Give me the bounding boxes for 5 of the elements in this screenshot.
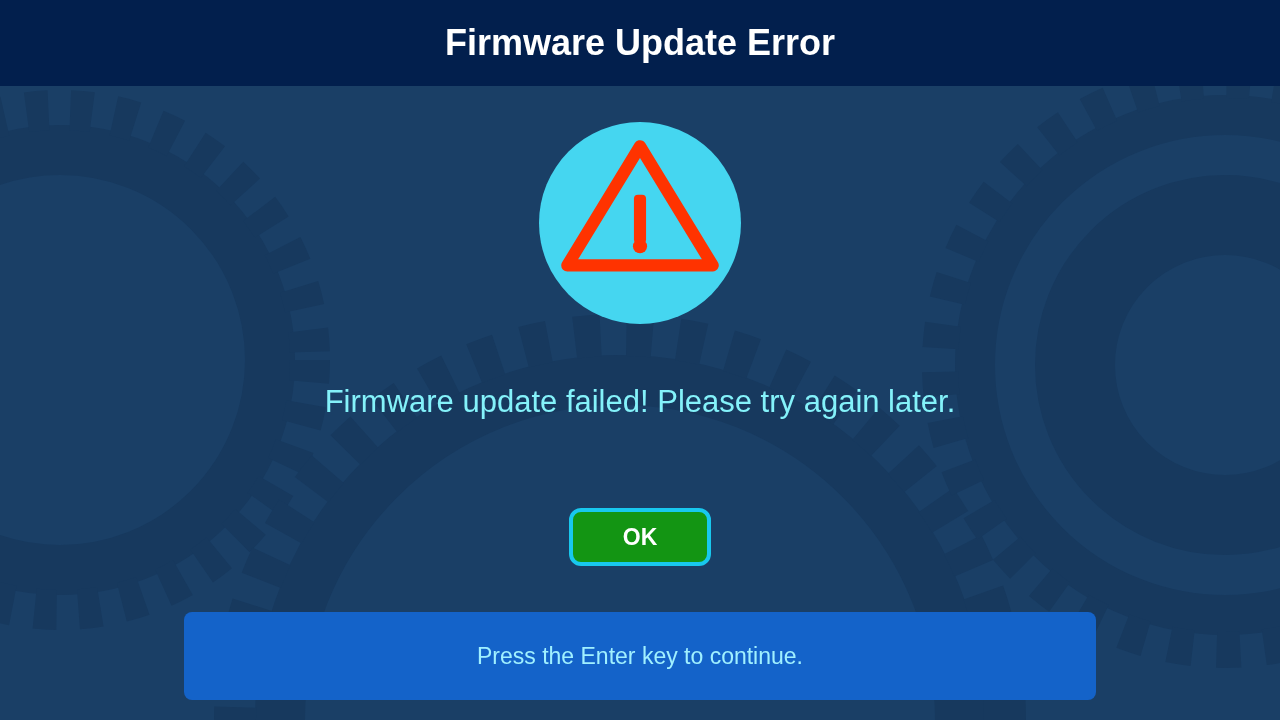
screen-title: Firmware Update Error	[444, 22, 836, 64]
error-message: Firmware update failed! Please try again later.	[324, 383, 956, 421]
warning-icon	[539, 122, 741, 324]
hint-text: Press the Enter key to continue.	[477, 642, 803, 670]
ok-button[interactable]: OK	[569, 508, 711, 566]
